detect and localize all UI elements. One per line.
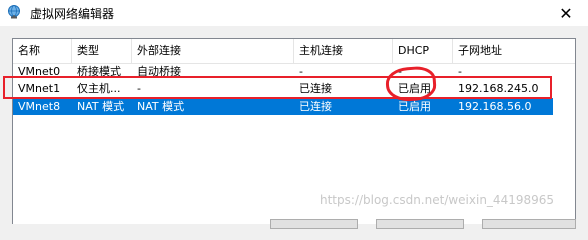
- cell-dhcp: -: [398, 65, 402, 76]
- cell-dhcp: 已启用: [398, 82, 431, 95]
- cell-host: 已连接: [299, 82, 332, 95]
- bottom-button-3[interactable]: [482, 219, 576, 229]
- cell-dhcp: 已启用: [398, 100, 431, 113]
- column-header-type[interactable]: 类型: [72, 39, 132, 63]
- cell-type: 桥接模式: [77, 65, 121, 76]
- virtual-network-editor-window: 虚拟网络编辑器 ✕ 名称 类型 外部连接 主机连接 DHCP 子网地址 VMne…: [0, 0, 588, 229]
- cell-subnet: -: [458, 65, 462, 76]
- cell-type: NAT 模式: [77, 100, 125, 113]
- cell-host: -: [299, 65, 303, 76]
- column-header-dhcp[interactable]: DHCP: [393, 39, 453, 63]
- table-row-vmnet1[interactable]: VMnet1 仅主机... - 已连接 已启用 192.168.245.0: [13, 80, 553, 97]
- title-bar: 虚拟网络编辑器 ✕: [0, 0, 588, 26]
- cell-external: 自动桥接: [137, 65, 181, 76]
- watermark: https://blog.csdn.net/weixin_44198965: [320, 193, 555, 207]
- cell-subnet: 192.168.245.0: [458, 82, 539, 95]
- globe-icon: [8, 5, 20, 19]
- column-header-subnet[interactable]: 子网地址: [453, 39, 575, 63]
- window-title: 虚拟网络编辑器: [30, 7, 115, 21]
- bottom-button-1[interactable]: [270, 219, 358, 229]
- cell-name: VMnet0: [18, 65, 61, 76]
- cell-name: VMnet1: [18, 82, 61, 95]
- column-header-external[interactable]: 外部连接: [132, 39, 294, 63]
- cell-subnet: 192.168.56.0: [458, 100, 532, 113]
- column-header-name[interactable]: 名称: [13, 39, 72, 63]
- cell-name: VMnet8: [18, 100, 61, 113]
- cell-external: NAT 模式: [137, 100, 185, 113]
- cell-host: 已连接: [299, 100, 332, 113]
- cell-external: -: [137, 82, 141, 95]
- cell-type: 仅主机...: [77, 82, 121, 95]
- table-row-vmnet0[interactable]: VMnet0 桥接模式 自动桥接 - - -: [13, 64, 553, 76]
- close-icon: ✕: [559, 3, 573, 23]
- list-header: 名称 类型 外部连接 主机连接 DHCP 子网地址: [13, 39, 575, 64]
- table-row-vmnet8[interactable]: VMnet8 NAT 模式 NAT 模式 已连接 已启用 192.168.56.…: [13, 98, 553, 115]
- column-header-host[interactable]: 主机连接: [294, 39, 393, 63]
- bottom-button-2[interactable]: [376, 219, 464, 229]
- close-button[interactable]: ✕: [544, 0, 588, 26]
